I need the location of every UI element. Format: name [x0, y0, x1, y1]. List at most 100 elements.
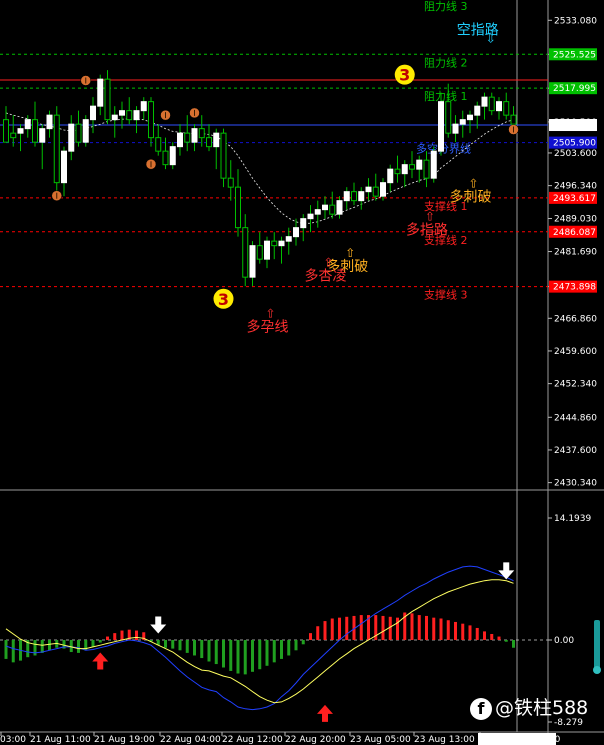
time-tick-label: 22 Aug 20:00	[285, 735, 346, 745]
level-label: 阻力线 3	[424, 0, 468, 13]
candle-body	[119, 110, 125, 116]
histogram-bar	[243, 640, 247, 675]
time-tick-label: 03:00	[0, 735, 26, 745]
price-tick-label: 2444.860	[554, 413, 597, 423]
histogram-bar	[330, 618, 334, 640]
annotation-label: 多杏凌	[305, 268, 347, 285]
candle-body	[358, 191, 365, 202]
candle-body	[206, 137, 212, 148]
candle-body	[126, 110, 133, 121]
candle-body	[75, 123, 82, 143]
histogram-bar	[388, 616, 392, 640]
price-badge-label: 2525.525	[553, 50, 596, 60]
price-tick-label: 2481.690	[554, 248, 597, 258]
candle-body	[104, 78, 111, 121]
candle-body	[416, 159, 423, 170]
candle-body	[503, 101, 510, 116]
time-tick-label: 23 Aug 13:00	[414, 735, 475, 745]
candle-body	[256, 245, 263, 260]
candle-body	[140, 101, 147, 112]
price-badge-label: 2517.995	[553, 84, 596, 94]
histogram-bar	[48, 640, 51, 651]
histogram-bar	[490, 633, 494, 640]
level-label: 阻力线 2	[424, 55, 468, 69]
candle-body	[423, 159, 430, 179]
histogram-bar	[251, 640, 254, 672]
candle-body	[53, 114, 60, 184]
annotation-label: 空指路	[457, 22, 499, 38]
time-badge-label: 2024.08.26 03:00	[480, 735, 561, 745]
count-badge-label: 3	[399, 66, 410, 85]
histogram-bar	[309, 633, 312, 640]
histogram-bar	[135, 630, 138, 640]
time-tick-label: 21 Aug 19:00	[94, 735, 155, 745]
osc-tick-label: 0.00	[554, 636, 574, 646]
annotation-arrow: ⇧	[468, 177, 478, 191]
candle-body	[510, 114, 517, 125]
candle-body	[198, 128, 205, 139]
candle-body	[409, 164, 415, 170]
price-badge-label: 2486.087	[553, 228, 596, 238]
histogram-bar	[40, 640, 44, 653]
osc-tick-label: 14.1939	[554, 514, 591, 524]
time-tick-label: 23 Aug 05:00	[350, 735, 411, 745]
candle-body	[249, 245, 256, 278]
candle-body	[322, 204, 328, 211]
histogram-bar	[345, 616, 349, 640]
histogram-bar	[432, 617, 436, 640]
histogram-bar	[475, 627, 479, 640]
histogram-bar	[468, 625, 472, 640]
candle-body	[111, 114, 118, 121]
candle-body	[445, 101, 452, 134]
candle-body	[293, 227, 299, 238]
histogram-bar	[287, 640, 291, 656]
histogram-bar	[396, 617, 399, 640]
histogram-bar	[265, 640, 269, 666]
candle-body	[459, 119, 466, 125]
histogram-bar	[178, 640, 182, 651]
candle-body	[401, 164, 408, 175]
histogram-bar	[236, 640, 240, 674]
annotation-label: 多孕线	[247, 318, 289, 335]
candle-body	[24, 119, 31, 130]
price-tick-label: 2466.860	[554, 314, 597, 324]
histogram-bar	[222, 640, 225, 668]
time-tick-label: 21 Aug 11:00	[30, 735, 91, 745]
histogram-bar	[439, 618, 443, 640]
candle-body	[380, 182, 386, 197]
level-label: 阻力线 1	[424, 89, 468, 103]
histogram-bar	[214, 640, 218, 665]
candle-body	[430, 150, 437, 179]
histogram-bar	[185, 640, 189, 653]
candle-body	[46, 114, 53, 130]
histogram-bar	[512, 640, 515, 648]
histogram-bar	[497, 636, 501, 640]
price-tick-label: 2503.600	[554, 149, 597, 159]
price-badge-label: 2505.900	[553, 139, 596, 149]
histogram-bar	[483, 631, 486, 640]
time-tick-label: 22 Aug 04:00	[160, 735, 221, 745]
candle-body	[227, 177, 234, 188]
histogram-bar	[504, 640, 508, 642]
candle-body	[343, 191, 350, 202]
histogram-bar	[381, 615, 385, 640]
candle-body	[82, 119, 89, 143]
histogram-bar	[91, 640, 95, 647]
histogram-bar	[323, 621, 327, 640]
time-tick-label: 22 Aug 12:00	[222, 735, 283, 745]
candle-body	[191, 128, 198, 143]
annotation-arrow: ⇧	[345, 246, 355, 260]
histogram-bar	[338, 617, 341, 640]
candle-body	[169, 146, 176, 166]
candle-body	[329, 204, 336, 215]
histogram-bar	[454, 621, 457, 640]
candle-body	[438, 101, 444, 152]
candle-body	[314, 209, 321, 215]
histogram-bar	[417, 615, 421, 640]
candle-body	[336, 200, 343, 215]
candle-body	[17, 128, 24, 134]
histogram-bar	[11, 640, 15, 663]
level-label: 支撑线 3	[424, 288, 468, 302]
annotation-arrow: ⇧	[425, 210, 435, 224]
candle-body	[133, 110, 140, 121]
